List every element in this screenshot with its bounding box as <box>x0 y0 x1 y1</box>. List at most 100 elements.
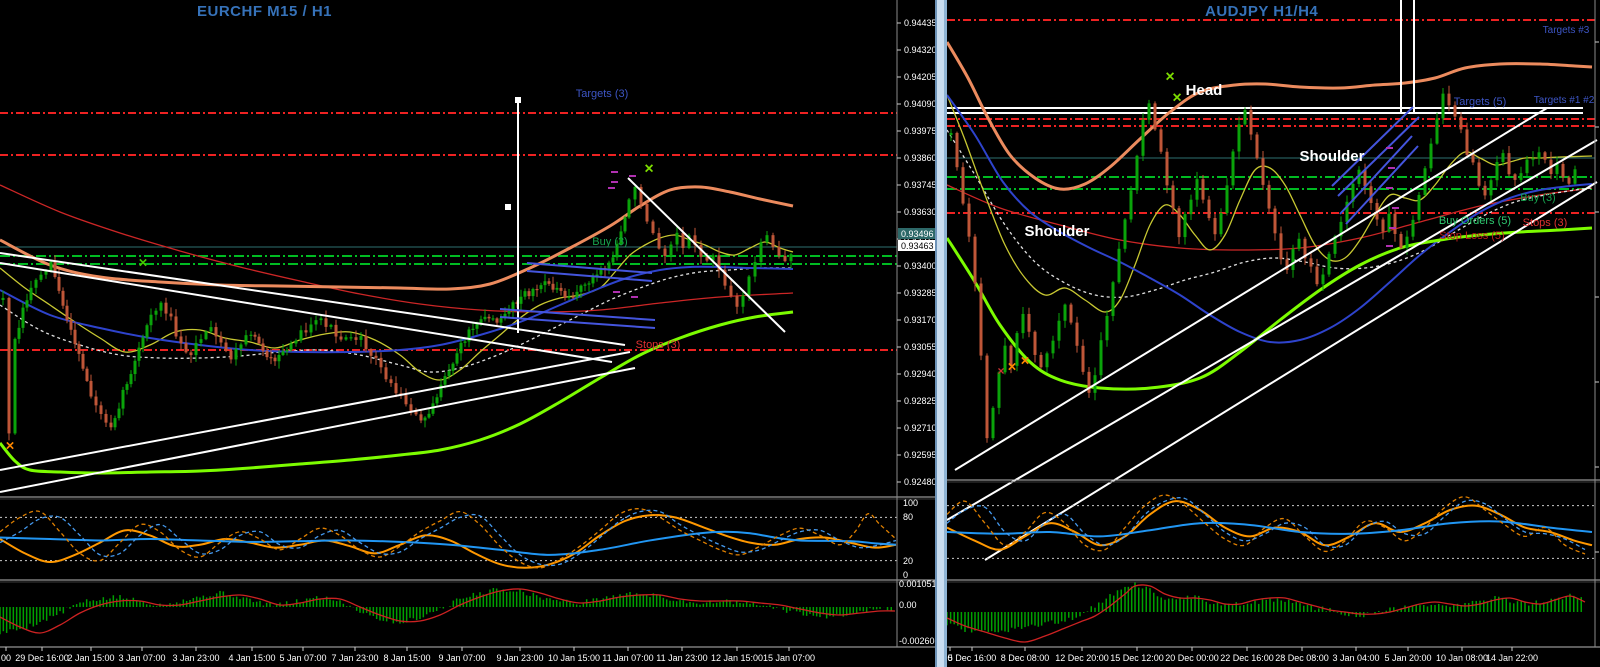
oscillator-signal-line <box>947 585 1585 642</box>
oscillator-histogram <box>947 583 1581 633</box>
ascending-trendline[interactable] <box>955 108 1547 470</box>
time-axis-label: 00 <box>1 653 11 663</box>
shoulder-label[interactable]: Shoulder <box>1299 148 1364 165</box>
stoch-series <box>0 532 896 555</box>
time-axis-label: 8 Jan 15:00 <box>383 653 430 663</box>
x-marker-green[interactable]: × <box>1172 90 1181 107</box>
x-marker-orange[interactable]: × <box>1008 358 1017 375</box>
buy-orders-label[interactable]: Buy Orders (5) <box>1439 215 1511 227</box>
line-handle[interactable] <box>505 204 511 210</box>
order-tick <box>1392 207 1399 209</box>
stops-label[interactable]: Stops (3) <box>1523 217 1568 229</box>
order-tick <box>1389 227 1396 229</box>
descending-trendline[interactable] <box>0 263 612 362</box>
time-axis-label: 15 Jan 07:00 <box>763 653 815 663</box>
head-label[interactable]: Head <box>1186 82 1223 99</box>
time-axis-label: 5 Jan 20:00 <box>1384 653 1431 663</box>
time-axis-label: 2 Jan 15:00 <box>67 653 114 663</box>
price-axis-label: 0.93285 <box>904 288 937 298</box>
time-axis: 05 Dec 16:008 Dec 08:0012 Dec 20:0015 De… <box>947 647 1538 663</box>
time-axis-label: 15 Dec 12:00 <box>1110 653 1164 663</box>
stops-label[interactable]: Stops (3) <box>636 339 681 351</box>
charts-canvas[interactable]: ×××0.944350.943200.942050.940900.939750.… <box>0 0 1600 667</box>
x-marker-orange[interactable]: × <box>1021 352 1030 369</box>
price-axis: 0.94435 0.94320 0.94205 0.94090 0.93975 0.938… <box>897 18 940 646</box>
time-axis-label: 22 Dec 16:00 <box>1220 653 1274 663</box>
ma-green <box>947 228 1592 389</box>
chart-audjpy[interactable]: ×××××05 Dec 16:008 Dec 08:0012 Dec 20:00… <box>947 0 1600 663</box>
time-axis-label: 3 Jan 04:00 <box>1332 653 1379 663</box>
time-axis-label: 9 Jan 23:00 <box>496 653 543 663</box>
stoch-series <box>0 510 896 565</box>
time-axis-label: 14 Jan 22:00 <box>1486 653 1538 663</box>
time-axis-label: 5 Dec 16:00 <box>948 653 997 663</box>
price-axis-label: 0.94435 <box>904 18 937 28</box>
time-axis-label: 7 Jan 23:00 <box>331 653 378 663</box>
price-axis-label: 0.93975 <box>904 126 937 136</box>
buy-label[interactable]: Buy (3) <box>1520 192 1555 204</box>
window-splitter[interactable] <box>935 0 947 667</box>
x-marker-green[interactable]: × <box>644 161 653 178</box>
targets-label[interactable]: Targets #3 <box>1543 25 1590 36</box>
targets-label[interactable]: Targets #1 #2 <box>1534 95 1595 106</box>
time-axis-label: 5 Jan 07:00 <box>279 653 326 663</box>
line-handle[interactable] <box>515 97 521 103</box>
price-axis-label: 0.93860 <box>904 153 937 163</box>
time-axis-label: 4 Jan 15:00 <box>228 653 275 663</box>
x-marker-red[interactable]: × <box>997 364 1004 378</box>
price-axis-label: 0.92825 <box>904 396 937 406</box>
stoch-axis-label: 100 <box>903 498 918 508</box>
channel-line[interactable] <box>1332 107 1413 186</box>
price-axis-label: 0.93400 <box>904 261 937 271</box>
price-axis-label: 0.93745 <box>904 180 937 190</box>
ascending-trendline[interactable] <box>947 140 1597 520</box>
time-axis-label: 20 Dec 00:00 <box>1165 653 1219 663</box>
order-tick <box>1388 167 1395 169</box>
time-axis-label: 8 Dec 08:00 <box>1001 653 1050 663</box>
time-axis-label: 12 Jan 15:00 <box>711 653 763 663</box>
oscillator-axis-label: 0.001051 <box>899 579 937 589</box>
order-tick <box>629 175 636 177</box>
time-axis-label: 29 Dec 16:00 <box>15 653 69 663</box>
x-marker-orange[interactable]: × <box>6 437 15 454</box>
ma-red <box>0 185 793 312</box>
shoulder-label[interactable]: Shoulder <box>1024 223 1089 240</box>
drawn-lines[interactable] <box>0 97 785 492</box>
targets-label[interactable]: Targets (3) <box>576 88 629 100</box>
order-tick <box>1386 245 1393 247</box>
buy-label[interactable]: Buy (3) <box>592 236 627 248</box>
time-axis-label: 28 Dec 08:00 <box>1275 653 1329 663</box>
order-tick <box>611 181 618 183</box>
price-axis-label: 0.94320 <box>904 45 937 55</box>
price-axis-label: 0.94205 <box>904 72 937 82</box>
price-axis-label: 0.93055 <box>904 342 937 352</box>
time-axis-label: 10 Jan 08:00 <box>1436 653 1488 663</box>
price-axis-label: 0.92480 <box>904 477 937 487</box>
price-axis-label: 0.94090 <box>904 99 937 109</box>
time-axis: 00 29 Dec 16:002 Jan 15:00 3 Jan 07:00 3 Ja… <box>1 647 815 663</box>
ascending-trendline[interactable] <box>0 368 635 492</box>
stoch-axis-label: 20 <box>903 556 913 566</box>
time-axis-label: 3 Jan 07:00 <box>118 653 165 663</box>
order-tick <box>1386 147 1393 149</box>
time-axis-label: 3 Jan 23:00 <box>172 653 219 663</box>
stop-loss-label[interactable]: Stop Loss (5) <box>1439 230 1504 242</box>
price-axis-label: 0.93170 <box>904 315 937 325</box>
ascending-trendline[interactable] <box>0 352 630 470</box>
stoch-axis-label: 80 <box>903 512 913 522</box>
price-tag-value: 0.93463 <box>901 241 934 251</box>
oscillator-signal-line <box>0 589 895 633</box>
stoch-series <box>947 501 1592 550</box>
price-axis <box>1595 42 1599 552</box>
time-axis-label: 9 Jan 07:00 <box>438 653 485 663</box>
order-tick <box>631 296 638 298</box>
chart-eurchf[interactable]: ×××0.944350.943200.942050.940900.939750.… <box>0 0 940 663</box>
price-axis-label: 0.92940 <box>904 369 937 379</box>
targets-label[interactable]: Targets (5) <box>1454 96 1507 108</box>
moving-averages <box>0 185 793 473</box>
x-marker-green[interactable]: × <box>139 254 148 271</box>
order-tick <box>608 187 615 189</box>
x-marker-green[interactable]: × <box>1165 69 1174 86</box>
price-axis-label: 0.92595 <box>904 450 937 460</box>
time-axis-label: 11 Jan 07:00 <box>602 653 653 663</box>
